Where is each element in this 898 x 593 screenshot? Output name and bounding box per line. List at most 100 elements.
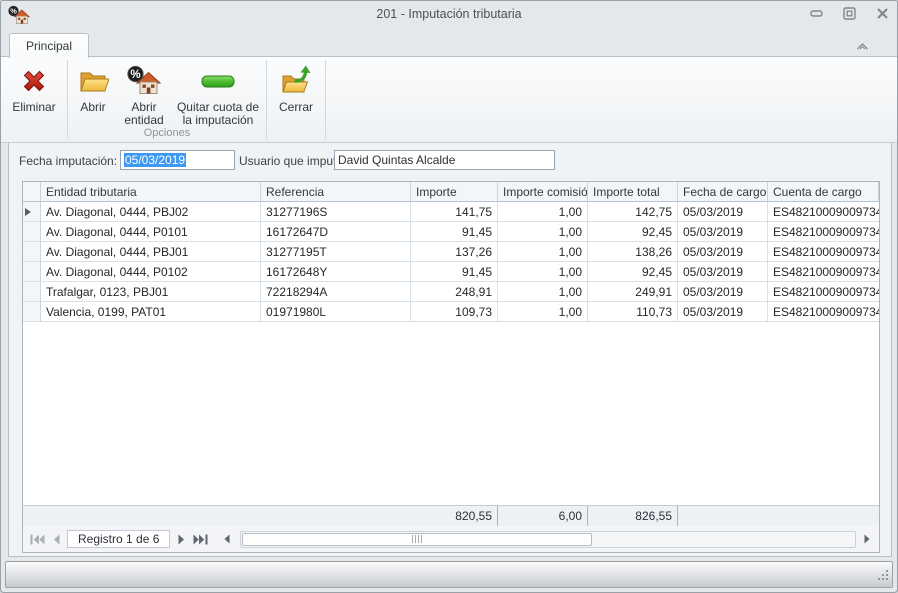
grid-empty-area xyxy=(23,322,879,505)
cell-referencia[interactable]: 16172647D xyxy=(261,222,411,242)
column-header-entidad[interactable]: Entidad tributaria xyxy=(41,182,261,202)
group-label xyxy=(267,126,325,142)
fecha-imputacion-value: 05/03/2019 xyxy=(124,153,186,167)
row-indicator-cell xyxy=(23,222,41,242)
ribbon-separator xyxy=(325,60,326,139)
cell-importe-total[interactable]: 110,73 xyxy=(588,302,678,322)
cell-fecha-cargo[interactable]: 05/03/2019 xyxy=(678,302,768,322)
cell-importe[interactable]: 137,26 xyxy=(411,242,498,262)
close-button[interactable] xyxy=(875,6,889,20)
tab-principal[interactable]: Principal xyxy=(9,33,89,58)
column-header-importe-total[interactable]: Importe total xyxy=(588,182,678,202)
cell-importe-total[interactable]: 142,75 xyxy=(588,202,678,222)
usuario-imputa-field[interactable]: David Quintas Alcalde xyxy=(334,150,555,170)
summary-importe-total: 826,55 xyxy=(588,506,678,526)
table-row[interactable]: Av. Diagonal, 0444, P0102 16172648Y 91,4… xyxy=(23,262,879,282)
cell-referencia[interactable]: 72218294A xyxy=(261,282,411,302)
title-bar: % 201 - Imputación tributaria xyxy=(1,1,897,29)
row-indicator-cell xyxy=(23,202,41,222)
abrir-entidad-button[interactable]: % Abrir entidad xyxy=(116,62,172,127)
cell-importe[interactable]: 141,75 xyxy=(411,202,498,222)
cell-entidad[interactable]: Valencia, 0199, PAT01 xyxy=(41,302,261,322)
cell-importe-total[interactable]: 92,45 xyxy=(588,262,678,282)
cell-referencia[interactable]: 16172648Y xyxy=(261,262,411,282)
window-title: 201 - Imputación tributaria xyxy=(1,7,897,21)
restore-button[interactable] xyxy=(842,6,856,20)
table-row[interactable]: Trafalgar, 0123, PBJ01 72218294A 248,91 … xyxy=(23,282,879,302)
cell-cuenta-cargo[interactable]: ES4821000900973456 xyxy=(768,302,879,322)
fecha-imputacion-field[interactable]: 05/03/2019 xyxy=(120,150,235,170)
column-header-importe[interactable]: Importe xyxy=(411,182,498,202)
table-row[interactable]: Valencia, 0199, PAT01 01971980L 109,73 1… xyxy=(23,302,879,322)
cell-importe-total[interactable]: 249,91 xyxy=(588,282,678,302)
column-header-cuenta-cargo[interactable]: Cuenta de cargo xyxy=(768,182,879,202)
scroll-right-arrow[interactable] xyxy=(859,532,875,546)
cell-entidad[interactable]: Av. Diagonal, 0444, PBJ02 xyxy=(41,202,261,222)
previous-record-button[interactable] xyxy=(48,532,64,546)
cell-importe-comision[interactable]: 1,00 xyxy=(498,262,588,282)
cell-fecha-cargo[interactable]: 05/03/2019 xyxy=(678,242,768,262)
cell-fecha-cargo[interactable]: 05/03/2019 xyxy=(678,202,768,222)
next-record-button[interactable] xyxy=(173,532,189,546)
cell-importe-comision[interactable]: 1,00 xyxy=(498,282,588,302)
usuario-imputa-label: Usuario que imputa: xyxy=(239,154,346,168)
table-row[interactable]: Av. Diagonal, 0444, PBJ02 31277196S 141,… xyxy=(23,202,879,222)
cell-entidad[interactable]: Av. Diagonal, 0444, PBJ01 xyxy=(41,242,261,262)
eliminar-button[interactable]: Eliminar xyxy=(3,62,65,114)
cell-fecha-cargo[interactable]: 05/03/2019 xyxy=(678,222,768,242)
column-header-referencia[interactable]: Referencia xyxy=(261,182,411,202)
cell-entidad[interactable]: Av. Diagonal, 0444, P0101 xyxy=(41,222,261,242)
cell-importe-comision[interactable]: 1,00 xyxy=(498,302,588,322)
fecha-imputacion-label: Fecha imputación: xyxy=(19,154,117,168)
abrir-button[interactable]: Abrir xyxy=(70,62,116,114)
minimize-button[interactable] xyxy=(809,6,823,20)
form-row: Fecha imputación: 05/03/2019 Usuario que… xyxy=(9,150,891,172)
eliminar-label: Eliminar xyxy=(12,101,55,114)
cell-referencia[interactable]: 31277196S xyxy=(261,202,411,222)
cell-importe-comision[interactable]: 1,00 xyxy=(498,242,588,262)
cerrar-label: Cerrar xyxy=(279,101,313,114)
column-header-fecha-cargo[interactable]: Fecha de cargo xyxy=(678,182,768,202)
ribbon-group-opciones: Abrir % Abrir entida xyxy=(68,57,266,142)
cell-cuenta-cargo[interactable]: ES4821000900973456 xyxy=(768,262,879,282)
ribbon-collapse-chevron-icon[interactable] xyxy=(855,39,871,52)
column-header-importe-comision[interactable]: Importe comisión xyxy=(498,182,588,202)
usuario-imputa-value: David Quintas Alcalde xyxy=(338,153,455,167)
cell-entidad[interactable]: Trafalgar, 0123, PBJ01 xyxy=(41,282,261,302)
content-panel: Fecha imputación: 05/03/2019 Usuario que… xyxy=(8,143,892,557)
cell-referencia[interactable]: 31277195T xyxy=(261,242,411,262)
cell-cuenta-cargo[interactable]: ES4821000900973456 xyxy=(768,222,879,242)
horizontal-scrollbar[interactable] xyxy=(240,531,856,548)
cell-importe[interactable]: 248,91 xyxy=(411,282,498,302)
cell-importe-total[interactable]: 92,45 xyxy=(588,222,678,242)
cell-importe-total[interactable]: 138,26 xyxy=(588,242,678,262)
table-row[interactable]: Av. Diagonal, 0444, PBJ01 31277195T 137,… xyxy=(23,242,879,262)
quitar-cuota-button[interactable]: Quitar cuota de la imputación xyxy=(172,62,264,127)
cell-importe[interactable]: 91,45 xyxy=(411,222,498,242)
cell-cuenta-cargo[interactable]: ES4821000900973456 xyxy=(768,242,879,262)
close-folder-arrow-icon xyxy=(278,64,314,98)
green-bar-icon xyxy=(200,64,236,98)
cerrar-button[interactable]: Cerrar xyxy=(269,62,323,114)
cell-cuenta-cargo[interactable]: ES4821000900973456 xyxy=(768,202,879,222)
cell-importe-comision[interactable]: 1,00 xyxy=(498,222,588,242)
cell-importe[interactable]: 91,45 xyxy=(411,262,498,282)
cell-fecha-cargo[interactable]: 05/03/2019 xyxy=(678,282,768,302)
last-record-button[interactable] xyxy=(192,532,208,546)
cell-importe[interactable]: 109,73 xyxy=(411,302,498,322)
scrollbar-thumb[interactable] xyxy=(242,533,592,546)
row-indicator-cell xyxy=(23,242,41,262)
cell-cuenta-cargo[interactable]: ES4821000900973456 xyxy=(768,282,879,302)
data-grid: Entidad tributaria Referencia Importe Im… xyxy=(22,181,880,553)
first-record-button[interactable] xyxy=(29,532,45,546)
abrir-label: Abrir xyxy=(80,101,105,114)
cell-fecha-cargo[interactable]: 05/03/2019 xyxy=(678,262,768,282)
group-label-opciones: Opciones xyxy=(68,127,266,142)
cell-referencia[interactable]: 01971980L xyxy=(261,302,411,322)
cell-entidad[interactable]: Av. Diagonal, 0444, P0102 xyxy=(41,262,261,282)
table-row[interactable]: Av. Diagonal, 0444, P0101 16172647D 91,4… xyxy=(23,222,879,242)
ribbon-group-eliminar: Eliminar xyxy=(1,57,67,142)
scroll-left-arrow[interactable] xyxy=(219,532,235,546)
cell-importe-comision[interactable]: 1,00 xyxy=(498,202,588,222)
resize-grip-icon[interactable] xyxy=(876,568,889,584)
